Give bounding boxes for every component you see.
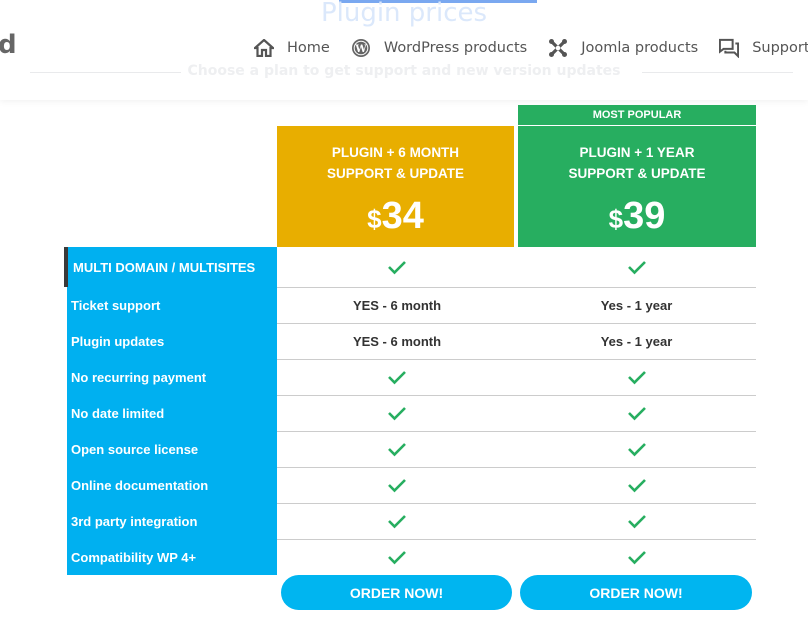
site-header: Plugin prices Choose a plan to get suppo… — [0, 0, 808, 100]
site-logo[interactable]: d — [0, 30, 17, 60]
check-icon-glyph — [388, 261, 406, 275]
feature-label: No date limited — [71, 405, 165, 421]
feature-row: Compatibility WP 4+ — [67, 539, 756, 575]
check-icon-glyph — [388, 551, 406, 565]
page-title: Plugin prices — [320, 0, 488, 28]
home-icon — [254, 38, 274, 58]
order-now-button-1-year[interactable]: ORDER NOW! — [520, 575, 752, 610]
plan-price: $34 — [277, 194, 514, 241]
feature-label: Compatibility WP 4+ — [71, 549, 197, 565]
price-amount: 34 — [381, 195, 424, 237]
feature-label: 3rd party integration — [71, 513, 198, 529]
feature-label: MULTI DOMAIN / MULTISITES — [73, 259, 256, 275]
check-icon-glyph — [627, 407, 646, 421]
feature-label: Open source license — [71, 441, 199, 457]
check-icon — [277, 503, 517, 539]
check-icon-glyph — [627, 515, 646, 529]
nav-item-support[interactable]: Support — [719, 38, 808, 58]
feature-row: Plugin updates YES - 6 month Yes - 1 year — [67, 323, 756, 359]
plan-name: PLUGIN + 1 YEAR SUPPORT & UPDATE — [518, 142, 756, 184]
plan-name: PLUGIN + 6 MONTH SUPPORT & UPDATE — [277, 142, 514, 184]
check-icon — [277, 247, 517, 287]
joomla-icon — [548, 38, 568, 58]
wordpress-icon: W — [351, 38, 371, 58]
feature-value: Yes - 1 year — [600, 333, 673, 349]
feature-row: Ticket support YES - 6 month Yes - 1 year — [67, 287, 756, 323]
check-icon-glyph — [388, 479, 406, 493]
feature-label: Online documentation — [71, 477, 209, 493]
price-amount: 39 — [623, 195, 666, 237]
check-icon-glyph — [388, 371, 406, 385]
plan-name-line2: SUPPORT & UPDATE — [326, 166, 464, 181]
subtitle-divider-left — [30, 72, 181, 73]
plan-name-line1: PLUGIN + 1 YEAR — [579, 145, 695, 160]
order-now-button-6-month[interactable]: ORDER NOW! — [281, 575, 512, 610]
feature-value: Yes - 1 year — [600, 297, 673, 313]
feature-value: YES - 6 month — [352, 333, 442, 349]
plan-name-line2: SUPPORT & UPDATE — [568, 166, 706, 181]
check-icon — [517, 431, 756, 467]
check-icon-glyph — [388, 443, 406, 457]
check-icon — [517, 539, 756, 575]
feature-row: Online documentation — [67, 467, 756, 503]
check-icon — [277, 431, 517, 467]
svg-text:W: W — [354, 44, 367, 55]
plan-price: $39 — [518, 194, 756, 241]
nav-label: Joomla products — [581, 40, 699, 56]
check-icon-glyph — [627, 261, 646, 275]
chat-bubbles-icon — [719, 38, 740, 58]
feature-row: No date limited — [67, 395, 756, 431]
check-icon-glyph — [388, 515, 406, 529]
check-icon-glyph — [627, 443, 646, 457]
check-icon — [517, 467, 756, 503]
check-icon — [517, 503, 756, 539]
check-icon-glyph — [388, 407, 406, 421]
nav-label: Support — [752, 40, 808, 56]
check-icon — [277, 359, 517, 395]
check-icon-glyph — [627, 371, 646, 385]
check-icon — [277, 395, 517, 431]
nav-label: WordPress products — [383, 40, 528, 56]
feature-label: Ticket support — [71, 297, 161, 313]
check-icon — [517, 247, 756, 287]
feature-label: No recurring payment — [71, 369, 207, 385]
check-icon-glyph — [627, 479, 646, 493]
feature-label: Plugin updates — [71, 333, 165, 349]
feature-row: Open source license — [67, 431, 756, 467]
check-icon — [277, 467, 517, 503]
check-icon — [517, 395, 756, 431]
nav-item-home[interactable]: Home — [254, 38, 330, 58]
nav-label: Home — [287, 40, 330, 56]
feature-value: YES - 6 month — [352, 297, 442, 313]
check-icon-glyph — [627, 551, 646, 565]
page-subtitle: Choose a plan to get support and new ver… — [187, 63, 621, 79]
plan-card-6-month: PLUGIN + 6 MONTH SUPPORT & UPDATE $34 — [277, 126, 514, 247]
subtitle-divider-right — [642, 72, 793, 73]
most-popular-badge: MOST POPULAR — [518, 105, 756, 126]
feature-row: No recurring payment — [67, 359, 756, 395]
nav-item-joomla-products[interactable]: Joomla products — [548, 38, 698, 58]
main-nav: Home W WordPress products Joomla product… — [254, 38, 808, 58]
feature-row: MULTI DOMAIN / MULTISITES — [67, 247, 756, 287]
feature-row: 3rd party integration — [67, 503, 756, 539]
check-icon — [277, 539, 517, 575]
nav-item-wordpress-products[interactable]: W WordPress products — [351, 38, 527, 58]
plan-card-1-year: PLUGIN + 1 YEAR SUPPORT & UPDATE $39 — [518, 126, 756, 247]
currency-symbol: $ — [367, 204, 382, 234]
currency-symbol: $ — [608, 204, 624, 234]
plan-name-line1: PLUGIN + 6 MONTH — [331, 145, 460, 160]
check-icon — [517, 359, 756, 395]
